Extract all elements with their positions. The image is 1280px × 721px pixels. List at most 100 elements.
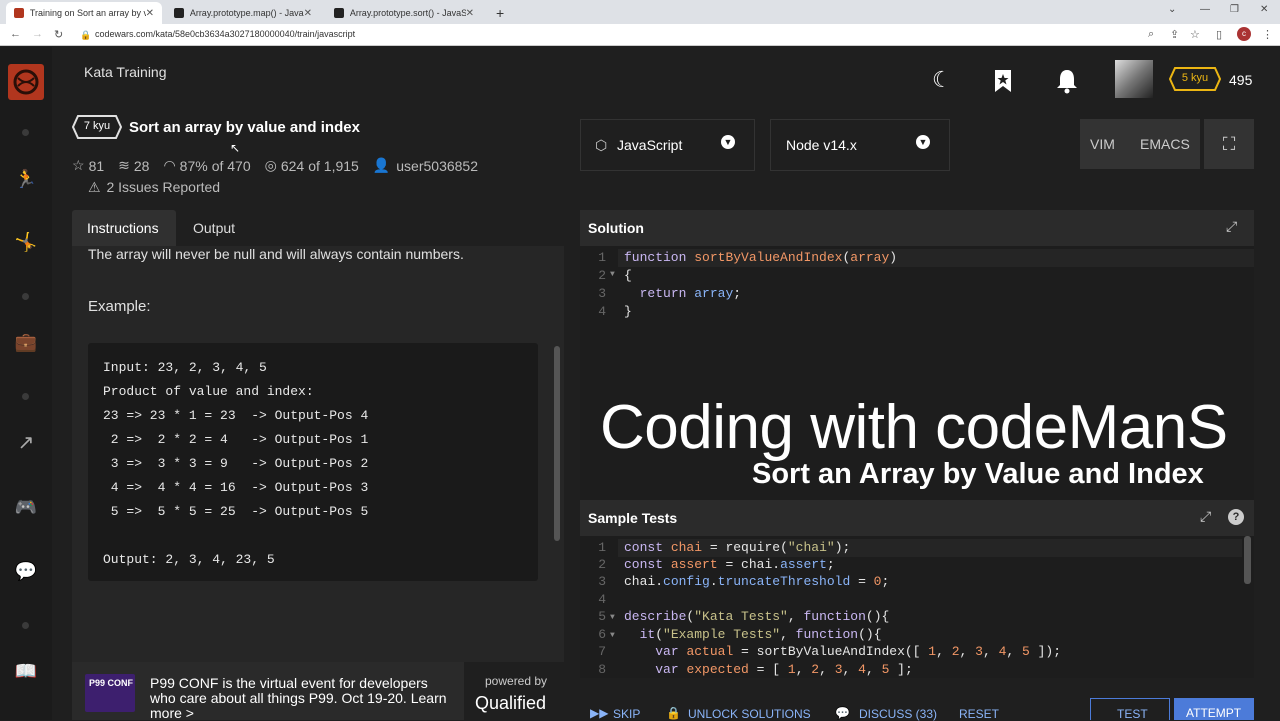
mdn-favicon-icon [334, 8, 344, 18]
unlock-solutions-button[interactable]: UNLOCK SOLUTIONS [688, 707, 811, 721]
notifications-bell-icon[interactable] [1055, 68, 1079, 94]
tests-scrollbar[interactable] [1244, 536, 1251, 584]
expand-icon[interactable]: ⤢ [1200, 508, 1211, 525]
tab-instructions-label: Instructions [87, 220, 159, 236]
qualified-brand: Qualified [475, 693, 547, 713]
ad-banner[interactable]: P99 CONF P99 CONF is the virtual event f… [72, 662, 464, 721]
skip-button[interactable]: SKIP [613, 707, 640, 721]
nav-dot [22, 622, 29, 629]
zoom-icon[interactable]: ⌕ [1148, 28, 1154, 41]
mouse-cursor-icon: ↖ [230, 141, 241, 155]
emacs-mode-button[interactable]: EMACS [1140, 136, 1190, 152]
honor-points: 495 [1229, 72, 1253, 88]
line-number: 3 [598, 286, 606, 301]
dark-mode-moon-icon[interactable]: ☾ [932, 67, 952, 93]
tab-label: Array.prototype.sort() - JavaScript [349, 8, 466, 18]
browser-tab-sort[interactable]: Array.prototype.sort() - JavaScript ✕ [326, 2, 482, 24]
line-number: 4 [598, 304, 606, 319]
test-button[interactable]: TEST [1090, 698, 1170, 721]
close-tab-icon[interactable]: ✕ [466, 8, 474, 19]
line-number: 1 [598, 540, 606, 555]
vim-mode-button[interactable]: VIM [1090, 136, 1115, 152]
url-field[interactable]: codewars.com/kata/58e0cb3634a30271800000… [95, 29, 355, 39]
forward-icon[interactable]: → [32, 28, 43, 40]
codewars-logo-icon[interactable] [8, 64, 44, 100]
browser-tab-codewars[interactable]: Training on Sort an array by valu ✕ [6, 2, 162, 24]
docs-book-icon[interactable]: 📖 [14, 659, 38, 683]
language-label: JavaScript [617, 137, 683, 153]
mdn-favicon-icon [174, 8, 184, 18]
sample-tests-header: Sample Tests ⤢ ? [580, 500, 1254, 536]
overlay-subtitle: Sort an Array by Value and Index [752, 458, 1204, 490]
nav-dot [22, 129, 29, 136]
expand-icon[interactable]: ⤢ [1226, 218, 1237, 235]
code-line: chai.config.truncateThreshold = 0; [624, 574, 890, 589]
training-icon[interactable]: 🏃 [14, 167, 38, 191]
code-line: { [624, 268, 632, 283]
back-icon[interactable]: ← [10, 28, 21, 40]
bookmark-icon[interactable] [993, 68, 1013, 94]
runtime-select[interactable]: Node v14.x ▼ [770, 119, 950, 171]
tab-output-label: Output [193, 220, 236, 236]
reload-icon[interactable]: ↻ [54, 28, 63, 41]
share-icon[interactable]: ⇪ [1170, 28, 1179, 41]
help-icon[interactable]: ? [1228, 509, 1244, 525]
tab-search-icon[interactable]: ⌄ [1168, 4, 1176, 15]
maximize-icon[interactable]: ❐ [1230, 4, 1239, 15]
line-number: 3 [598, 574, 606, 589]
action-bar: ▶▶ SKIP 🔒 UNLOCK SOLUTIONS 💬 DISCUSS (33… [580, 698, 1280, 721]
code-line: function sortByValueAndIndex(array) [624, 250, 898, 265]
menu-dots-icon[interactable]: ⋮ [1262, 28, 1273, 41]
leaderboard-icon[interactable]: ↗ [14, 431, 38, 455]
collections-count: 28 [133, 157, 150, 174]
example-code-block: Input: 23, 2, 3, 4, 5 Product of value a… [88, 343, 538, 581]
fullscreen-icon[interactable]: ⛶ [1204, 119, 1254, 169]
satisfaction-total: of 470 [211, 157, 251, 174]
bookmark-star-icon[interactable]: ☆ [1190, 28, 1200, 41]
sidebar-icon[interactable]: ▯ [1216, 28, 1222, 41]
completed-count: 624 [280, 157, 305, 174]
codewars-favicon-icon [14, 8, 24, 18]
description-scrollbar[interactable] [554, 346, 560, 541]
briefcase-icon[interactable]: 💼 [14, 330, 38, 354]
fold-arrow-icon[interactable]: ▼ [610, 631, 615, 640]
minimize-icon[interactable]: — [1200, 4, 1210, 15]
discord-icon[interactable]: 🎮 [14, 495, 38, 519]
close-tab-icon[interactable]: ✕ [304, 8, 312, 19]
profile-avatar-icon[interactable]: c [1237, 27, 1251, 41]
ad-text[interactable]: P99 CONF is the virtual event for develo… [150, 676, 450, 721]
side-navigation: 🏃 🤸 💼 ↗ 🎮 💬 📖 [0, 47, 52, 720]
page-section-title: Kata Training [84, 64, 167, 80]
keybinding-modes: VIM EMACS [1080, 119, 1200, 169]
star-icon[interactable]: ☆ [72, 157, 85, 174]
chat-icon[interactable]: 💬 [14, 559, 38, 583]
author-link[interactable]: user5036852 [396, 158, 478, 174]
attempt-button[interactable]: ATTEMPT [1174, 698, 1254, 720]
reset-button[interactable]: RESET [959, 707, 999, 721]
user-avatar[interactable] [1115, 60, 1153, 98]
browser-tab-map[interactable]: Array.prototype.map() - JavaScript ✕ [166, 2, 320, 24]
close-window-icon[interactable]: ✕ [1260, 4, 1268, 15]
code-line: describe("Kata Tests", function(){ [624, 609, 890, 624]
close-tab-icon[interactable]: ✕ [146, 8, 154, 19]
practice-icon[interactable]: 🤸 [14, 230, 38, 254]
tab-instructions[interactable]: Instructions [72, 210, 176, 246]
issues-reported[interactable]: ⚠ 2 Issues Reported [88, 179, 220, 196]
target-icon: ◎ [264, 157, 277, 173]
fold-arrow-icon[interactable]: ▼ [610, 613, 615, 622]
example-line: 5 => 5 * 5 = 25 -> Output-Pos 5 [103, 504, 369, 519]
code-line: const chai = require("chai"); [624, 540, 851, 555]
tab-output[interactable]: Output [180, 210, 260, 246]
runtime-label: Node v14.x [786, 137, 857, 153]
code-line: const assert = chai.assert; [624, 557, 835, 572]
powered-by[interactable]: powered by Qualified [464, 662, 564, 720]
sample-tests-editor[interactable]: 1 2 3 4 5 6 7 8 ▼ ▼ const chai = require… [580, 536, 1254, 678]
line-number: 5 [598, 609, 606, 624]
top-header: Kata Training ☾ 5 kyu 495 [52, 47, 1280, 109]
fold-arrow-icon[interactable]: ▼ [610, 270, 615, 279]
language-select[interactable]: ⬡ JavaScript ▼ [580, 119, 755, 171]
attempt-button-label: ATTEMPT [1186, 706, 1242, 720]
kata-title: Sort an array by value and index [129, 119, 360, 136]
discuss-button[interactable]: DISCUSS (33) [859, 707, 937, 721]
new-tab-button[interactable]: + [488, 2, 512, 24]
